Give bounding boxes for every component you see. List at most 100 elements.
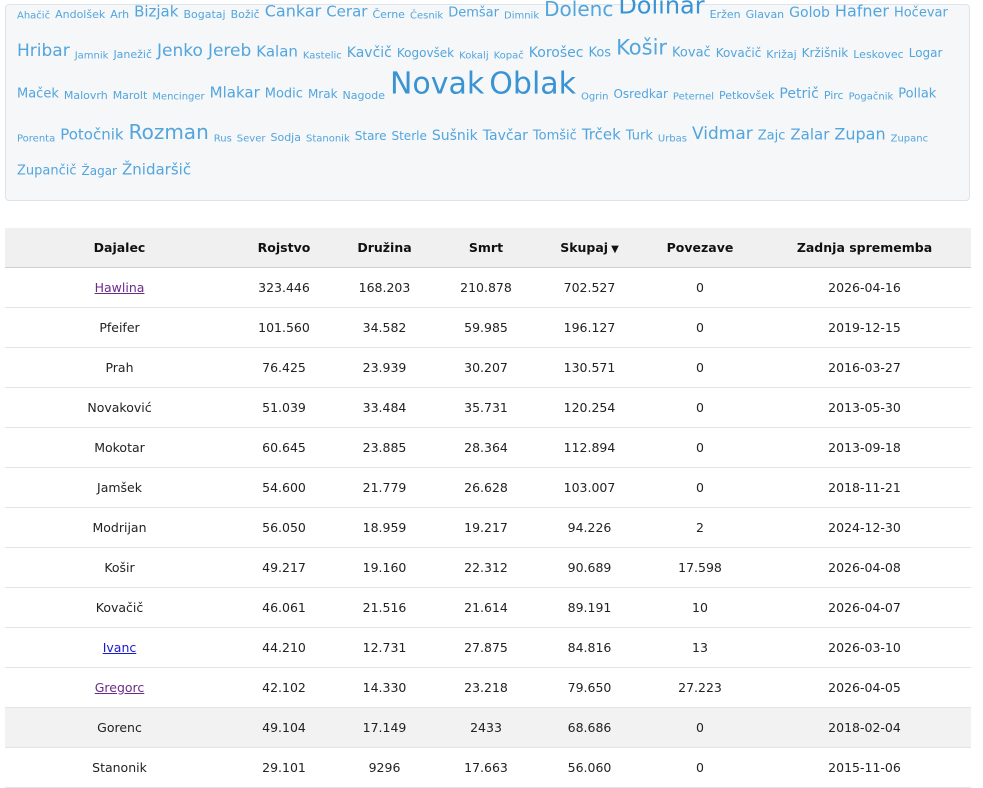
cloud-word[interactable]: Maček <box>17 86 59 103</box>
cloud-word[interactable]: Jenko <box>157 40 203 62</box>
cell-smrt: 27.875 <box>435 627 537 668</box>
cell-povezave: 0 <box>642 747 758 788</box>
cloud-word[interactable]: Hribar <box>17 40 70 62</box>
cloud-word[interactable]: Kalan <box>256 43 298 63</box>
dajalec-link[interactable]: Ivanc <box>103 640 137 655</box>
col-header-skupaj-label: Skupaj <box>560 240 609 255</box>
cloud-word[interactable]: Kovač <box>672 45 711 62</box>
cloud-word[interactable]: Sodja <box>270 131 301 145</box>
col-header-skupaj[interactable]: Skupaj ▼ <box>537 228 642 268</box>
cloud-word[interactable]: Zupanc <box>891 132 929 145</box>
cloud-word[interactable]: Križaj <box>766 48 796 62</box>
col-header-povezave[interactable]: Povezave <box>642 228 758 268</box>
cloud-word[interactable]: Sterle <box>391 129 426 145</box>
cell-zadnja-sprememba: 2026-04-16 <box>758 267 971 308</box>
cloud-word[interactable]: Kržišnik <box>802 46 849 62</box>
cloud-word[interactable]: Dolenc <box>544 0 613 22</box>
cloud-word[interactable]: Korošec <box>529 44 584 62</box>
col-header-rojstvo[interactable]: Rojstvo <box>234 228 334 268</box>
cloud-word[interactable]: Nagode <box>343 89 385 103</box>
cloud-word[interactable]: Kastelic <box>303 49 342 62</box>
cloud-word[interactable]: Sušnik <box>432 127 478 145</box>
cloud-word[interactable]: Zupan <box>834 124 885 145</box>
cloud-word[interactable]: Mrak <box>308 87 338 103</box>
cloud-word[interactable]: Pirc <box>824 89 844 103</box>
cloud-word[interactable]: Hafner <box>835 1 889 22</box>
cell-dajalec: Mokotar <box>5 427 234 468</box>
col-header-druzina[interactable]: Družina <box>334 228 435 268</box>
cloud-word[interactable]: Košir <box>616 35 667 62</box>
cloud-word[interactable]: Demšar <box>448 5 499 22</box>
cloud-word[interactable]: Kos <box>588 45 611 62</box>
cloud-word[interactable]: Petrič <box>779 85 818 103</box>
cloud-word[interactable]: Pogačnik <box>849 90 894 103</box>
table-row: Prah 76.425 23.939 30.207 130.571 0 2016-03-27 <box>5 347 971 388</box>
cloud-word[interactable]: Logar <box>909 46 943 62</box>
cloud-word[interactable]: Janežič <box>113 48 152 62</box>
cloud-word[interactable]: Novak <box>390 64 484 103</box>
cloud-word[interactable]: Potočnik <box>60 126 123 146</box>
cloud-word[interactable]: Hočevar <box>894 5 948 22</box>
cloud-word[interactable]: Oblak <box>489 64 576 103</box>
cloud-word[interactable]: Dimnik <box>504 9 539 22</box>
cloud-word[interactable]: Bogataj <box>183 8 225 22</box>
cloud-word[interactable]: Zalar <box>790 126 829 146</box>
cloud-word[interactable]: Kovačič <box>716 46 762 62</box>
cloud-word[interactable]: Glavan <box>746 8 785 22</box>
cell-smrt: 35.731 <box>435 387 537 428</box>
cloud-word[interactable]: Eržen <box>710 8 741 22</box>
cloud-word[interactable]: Božič <box>231 8 260 22</box>
cloud-word[interactable]: Modic <box>265 86 303 103</box>
cell-zadnja-sprememba: 2026-04-08 <box>758 547 971 588</box>
cloud-word[interactable]: Vidmar <box>692 123 753 145</box>
cloud-word[interactable]: Ahačič <box>17 9 50 22</box>
cloud-word[interactable]: Trček <box>582 126 621 146</box>
cloud-word[interactable]: Kavčič <box>347 44 392 62</box>
cloud-word[interactable]: Andolšek <box>55 8 105 22</box>
cloud-word[interactable]: Urbas <box>658 132 687 145</box>
cloud-word[interactable]: Kokalj <box>459 49 488 62</box>
cloud-word[interactable]: Golob <box>789 4 830 22</box>
cloud-word[interactable]: Česnik <box>410 9 443 22</box>
cloud-word[interactable]: Petkovšek <box>719 89 774 103</box>
cloud-word[interactable]: Rus <box>214 132 232 145</box>
cloud-word[interactable]: Stare <box>355 129 387 145</box>
cloud-word[interactable]: Mencinger <box>152 90 204 103</box>
cloud-word[interactable]: Jereb <box>208 40 251 62</box>
cloud-word[interactable]: Tavčar <box>483 127 528 145</box>
cloud-word[interactable]: Jamnik <box>75 49 109 62</box>
cloud-word[interactable]: Stanonik <box>306 132 350 145</box>
dajalec-link[interactable]: Gregorc <box>95 680 145 695</box>
table-row: Mokotar 60.645 23.885 28.364 112.894 0 2013-09… <box>5 427 971 468</box>
cloud-word[interactable]: Rozman <box>129 119 209 145</box>
cloud-word[interactable]: Dolinar <box>618 0 704 22</box>
cloud-word[interactable]: Bizjak <box>134 3 178 23</box>
cloud-word[interactable]: Osredkar <box>613 87 667 103</box>
cloud-word[interactable]: Peternel <box>673 90 714 103</box>
col-header-zadnja-sprememba[interactable]: Zadnja sprememba <box>758 228 971 268</box>
cloud-word[interactable]: Žagar <box>82 164 117 180</box>
cloud-word[interactable]: Zajc <box>758 128 786 145</box>
cloud-word[interactable]: Marolt <box>113 89 148 103</box>
cloud-word[interactable]: Cerar <box>326 3 367 23</box>
cloud-word[interactable]: Žnidaršič <box>122 161 191 181</box>
cell-dajalec: Prah <box>5 347 234 388</box>
cloud-word[interactable]: Arh <box>110 8 129 22</box>
cloud-word[interactable]: Cankar <box>265 1 321 22</box>
cloud-word[interactable]: Malovrh <box>64 89 108 103</box>
cloud-word[interactable]: Turk <box>626 128 653 145</box>
cloud-word[interactable]: Černe <box>372 8 405 22</box>
cloud-word[interactable]: Sever <box>237 132 266 145</box>
dajalec-link[interactable]: Hawlina <box>95 280 145 295</box>
cloud-word[interactable]: Pollak <box>898 86 936 103</box>
cloud-word[interactable]: Ogrin <box>581 90 608 103</box>
cloud-word[interactable]: Kopač <box>494 49 524 62</box>
col-header-smrt[interactable]: Smrt <box>435 228 537 268</box>
cloud-word[interactable]: Zupančič <box>17 163 77 180</box>
col-header-dajalec[interactable]: Dajalec <box>5 228 234 268</box>
cloud-word[interactable]: Mlakar <box>210 84 260 104</box>
cloud-word[interactable]: Tomšič <box>533 128 577 145</box>
cloud-word[interactable]: Kogovšek <box>397 46 454 62</box>
cloud-word[interactable]: Leskovec <box>853 48 903 62</box>
cloud-word[interactable]: Porenta <box>17 132 55 145</box>
